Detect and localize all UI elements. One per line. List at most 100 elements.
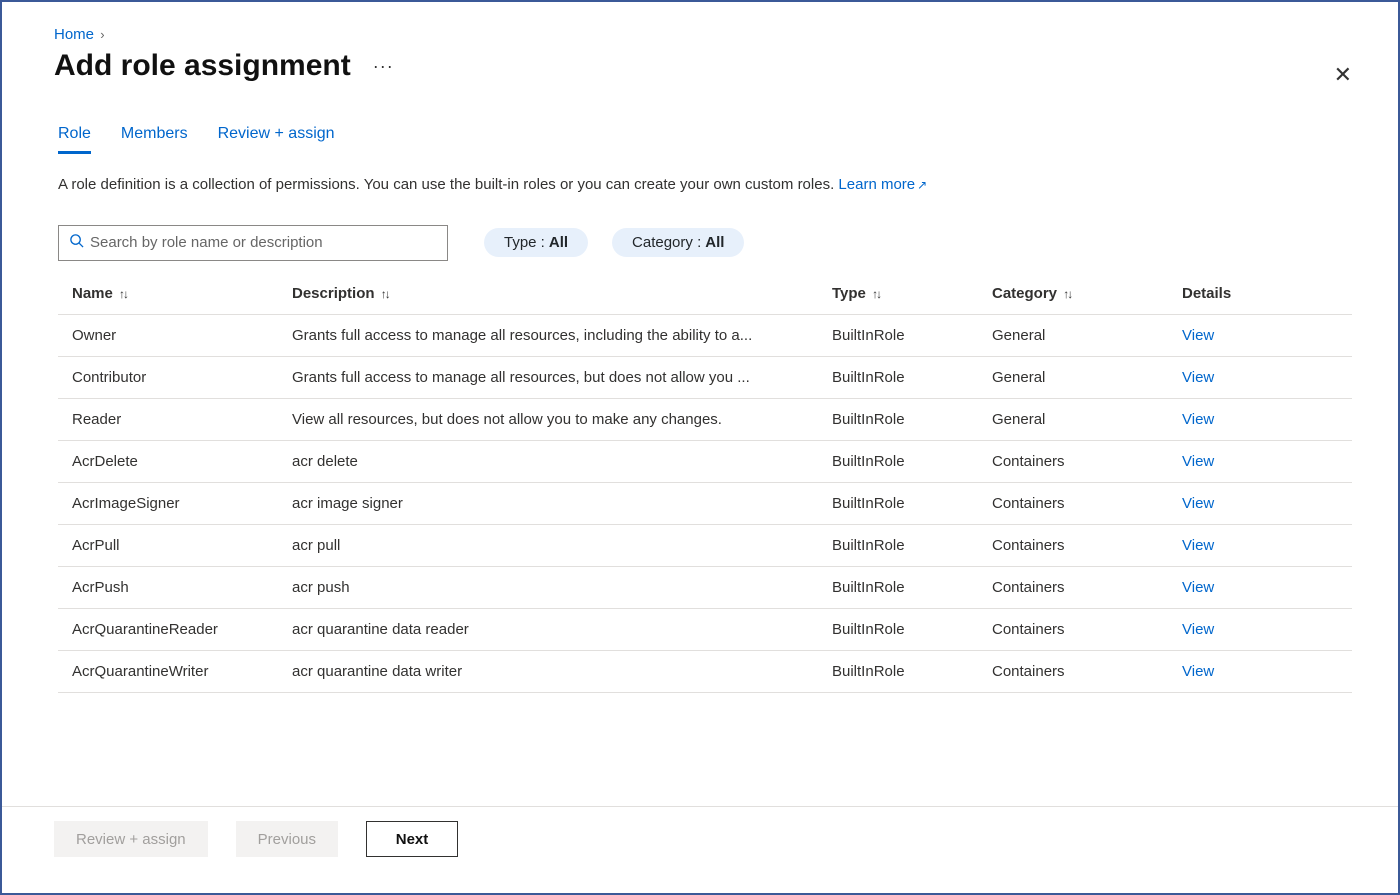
- cell-details: View: [1168, 440, 1352, 482]
- table-row[interactable]: ReaderView all resources, but does not a…: [58, 398, 1352, 440]
- cell-category: Containers: [978, 608, 1168, 650]
- search-icon: [69, 233, 84, 252]
- sort-icon: ↑↓: [381, 287, 389, 301]
- table-header-row: Name ↑↓ Description ↑↓ Type ↑↓ Category …: [58, 273, 1352, 315]
- tab-members[interactable]: Members: [121, 121, 188, 154]
- cell-category: Containers: [978, 524, 1168, 566]
- view-link[interactable]: View: [1182, 663, 1214, 680]
- header: Home › Add role assignment ··· ✕: [2, 2, 1398, 97]
- close-icon[interactable]: ✕: [1334, 64, 1352, 86]
- cell-type: BuiltInRole: [818, 398, 978, 440]
- sort-icon: ↑↓: [1063, 287, 1071, 301]
- cell-type: BuiltInRole: [818, 440, 978, 482]
- search-input[interactable]: [90, 234, 437, 251]
- cell-name: AcrQuarantineReader: [58, 608, 278, 650]
- horizontal-scrollbar[interactable]: [2, 875, 1398, 893]
- view-link[interactable]: View: [1182, 327, 1214, 344]
- roles-table: Name ↑↓ Description ↑↓ Type ↑↓ Category …: [58, 273, 1352, 693]
- cell-details: View: [1168, 608, 1352, 650]
- cell-details: View: [1168, 314, 1352, 356]
- breadcrumb-home-link[interactable]: Home: [54, 26, 94, 43]
- cell-type: BuiltInRole: [818, 482, 978, 524]
- cell-type: BuiltInRole: [818, 608, 978, 650]
- tab-bar: Role Members Review + assign: [58, 121, 1352, 154]
- cell-details: View: [1168, 482, 1352, 524]
- cell-name: AcrDelete: [58, 440, 278, 482]
- view-link[interactable]: View: [1182, 369, 1214, 386]
- col-details: Details: [1168, 273, 1352, 315]
- cell-name: AcrPull: [58, 524, 278, 566]
- tab-review-assign[interactable]: Review + assign: [218, 121, 335, 154]
- previous-button: Previous: [236, 821, 338, 857]
- col-type[interactable]: Type ↑↓: [818, 273, 978, 315]
- view-link[interactable]: View: [1182, 621, 1214, 638]
- table-row[interactable]: AcrPushacr pushBuiltInRoleContainers View: [58, 566, 1352, 608]
- cell-description: acr pull: [278, 524, 818, 566]
- filter-type-label: Type :: [504, 234, 545, 251]
- next-button[interactable]: Next: [366, 821, 458, 857]
- cell-name: AcrImageSigner: [58, 482, 278, 524]
- cell-type: BuiltInRole: [818, 566, 978, 608]
- cell-category: Containers: [978, 440, 1168, 482]
- col-category[interactable]: Category ↑↓: [978, 273, 1168, 315]
- filter-category-pill[interactable]: Category : All: [612, 228, 744, 257]
- cell-details: View: [1168, 524, 1352, 566]
- cell-details: View: [1168, 356, 1352, 398]
- content-scroll[interactable]: Role Members Review + assign A role defi…: [2, 97, 1398, 806]
- table-row[interactable]: AcrPullacr pullBuiltInRoleContainers View: [58, 524, 1352, 566]
- sort-icon: ↑↓: [872, 287, 880, 301]
- tab-role[interactable]: Role: [58, 121, 91, 154]
- filter-type-value: All: [549, 234, 568, 251]
- intro-text-body: A role definition is a collection of per…: [58, 176, 838, 193]
- intro-text: A role definition is a collection of per…: [58, 174, 958, 197]
- cell-details: View: [1168, 650, 1352, 692]
- cell-name: AcrPush: [58, 566, 278, 608]
- cell-category: Containers: [978, 482, 1168, 524]
- breadcrumb: Home ›: [54, 26, 1358, 43]
- view-link[interactable]: View: [1182, 537, 1214, 554]
- more-actions-button[interactable]: ···: [373, 56, 394, 77]
- filter-category-value: All: [705, 234, 724, 251]
- cell-description: Grants full access to manage all resourc…: [278, 314, 818, 356]
- sort-icon: ↑↓: [119, 287, 127, 301]
- cell-details: View: [1168, 398, 1352, 440]
- filter-row: Type : All Category : All: [58, 225, 1352, 261]
- cell-type: BuiltInRole: [818, 356, 978, 398]
- cell-description: acr quarantine data reader: [278, 608, 818, 650]
- cell-type: BuiltInRole: [818, 650, 978, 692]
- table-row[interactable]: AcrDeleteacr deleteBuiltInRoleContainers…: [58, 440, 1352, 482]
- table-row[interactable]: ContributorGrants full access to manage …: [58, 356, 1352, 398]
- view-link[interactable]: View: [1182, 579, 1214, 596]
- cell-description: acr quarantine data writer: [278, 650, 818, 692]
- view-link[interactable]: View: [1182, 495, 1214, 512]
- learn-more-link[interactable]: Learn more↗: [838, 176, 927, 193]
- filter-type-pill[interactable]: Type : All: [484, 228, 588, 257]
- cell-name: Reader: [58, 398, 278, 440]
- table-row[interactable]: OwnerGrants full access to manage all re…: [58, 314, 1352, 356]
- cell-name: Owner: [58, 314, 278, 356]
- chevron-right-icon: ›: [100, 27, 104, 42]
- page-title: Add role assignment: [54, 49, 351, 83]
- cell-type: BuiltInRole: [818, 524, 978, 566]
- review-assign-button: Review + assign: [54, 821, 208, 857]
- col-name[interactable]: Name ↑↓: [58, 273, 278, 315]
- view-link[interactable]: View: [1182, 411, 1214, 428]
- table-row[interactable]: AcrQuarantineReaderacr quarantine data r…: [58, 608, 1352, 650]
- filter-category-label: Category :: [632, 234, 701, 251]
- cell-category: General: [978, 356, 1168, 398]
- table-row[interactable]: AcrImageSigneracr image signerBuiltInRol…: [58, 482, 1352, 524]
- view-link[interactable]: View: [1182, 453, 1214, 470]
- cell-category: Containers: [978, 566, 1168, 608]
- cell-category: Containers: [978, 650, 1168, 692]
- search-box[interactable]: [58, 225, 448, 261]
- footer-bar: Review + assign Previous Next: [2, 806, 1398, 875]
- add-role-assignment-blade: Home › Add role assignment ··· ✕ Role Me…: [0, 0, 1400, 895]
- cell-name: AcrQuarantineWriter: [58, 650, 278, 692]
- cell-description: acr push: [278, 566, 818, 608]
- cell-category: General: [978, 314, 1168, 356]
- cell-description: View all resources, but does not allow y…: [278, 398, 818, 440]
- table-row[interactable]: AcrQuarantineWriteracr quarantine data w…: [58, 650, 1352, 692]
- col-description[interactable]: Description ↑↓: [278, 273, 818, 315]
- cell-category: General: [978, 398, 1168, 440]
- cell-details: View: [1168, 566, 1352, 608]
